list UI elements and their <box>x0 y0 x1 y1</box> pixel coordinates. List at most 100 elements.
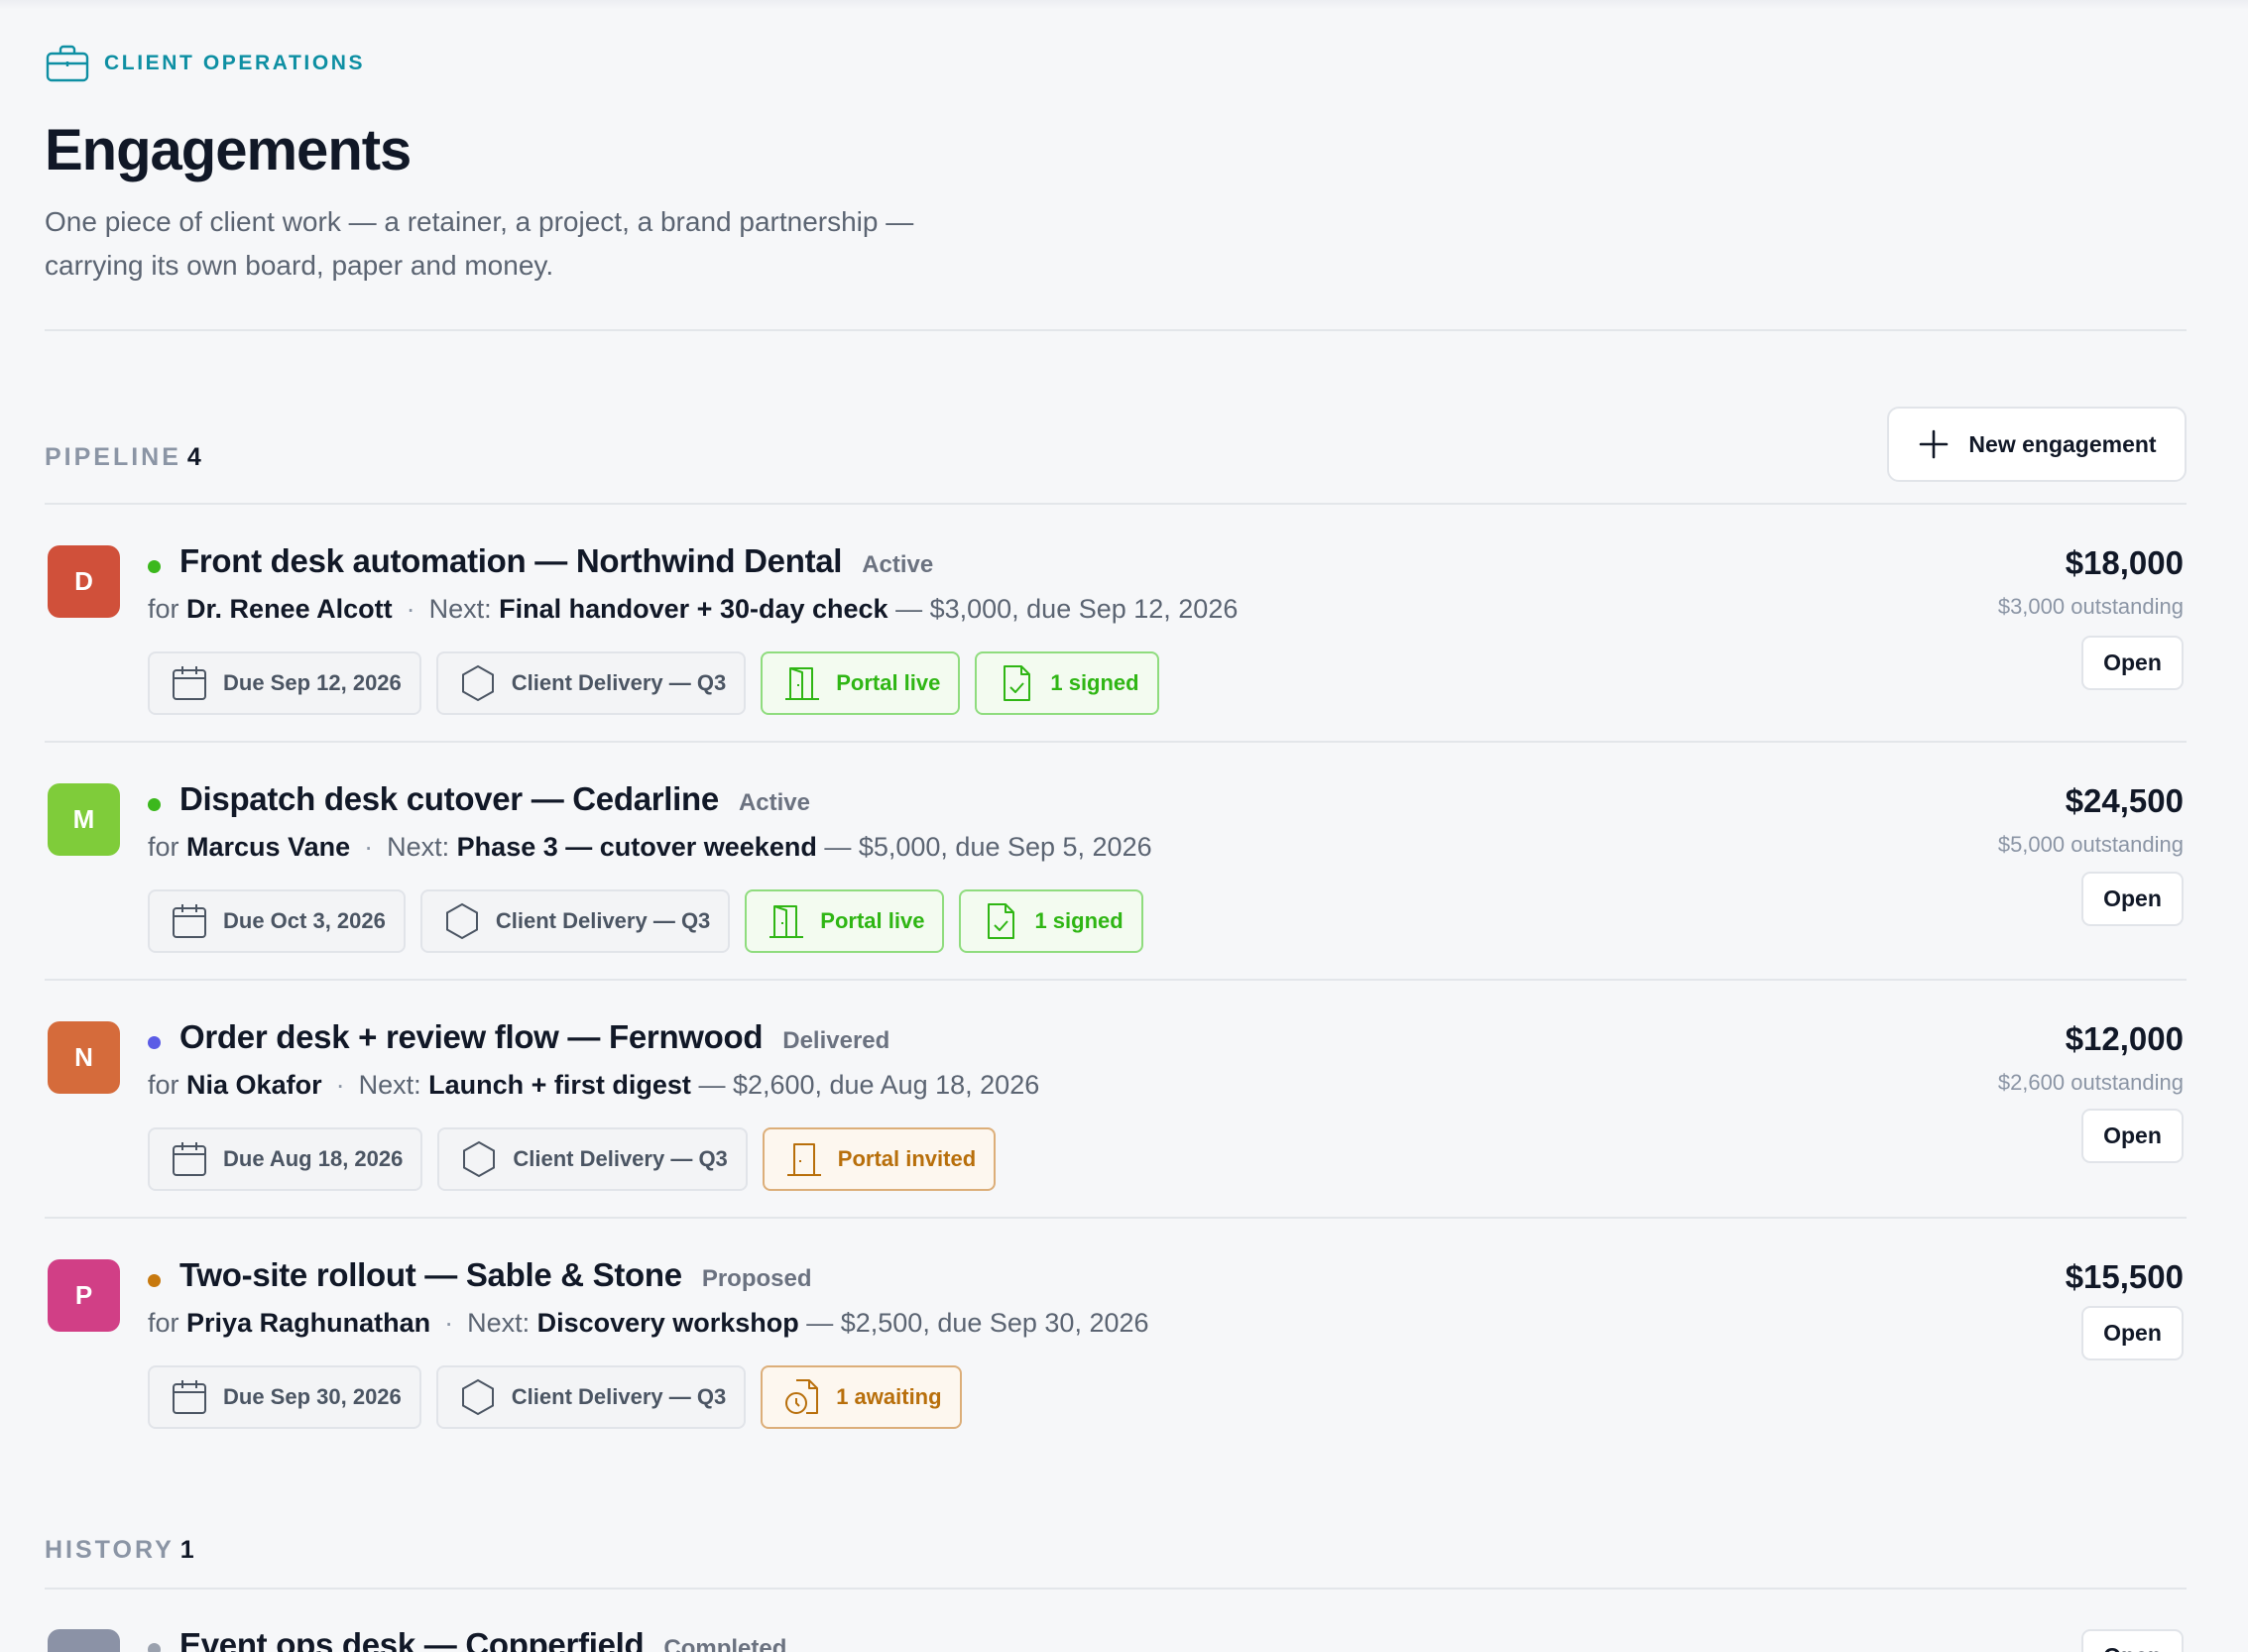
history-heading: HISTORY 1 <box>45 1536 194 1565</box>
pipeline-count: 4 <box>186 443 201 471</box>
history-title-line: Event ops desk — Copperfield Completed <box>179 1626 786 1652</box>
due-chip-label: Due Sep 30, 2026 <box>223 1384 402 1409</box>
status-dot <box>148 1643 161 1652</box>
project-chip-label: Client Delivery — Q3 <box>513 1146 728 1171</box>
project-chip[interactable]: Client Delivery — Q3 <box>437 1127 748 1191</box>
briefcase-icon <box>46 45 89 82</box>
due-chip-label: Due Oct 3, 2026 <box>223 908 386 933</box>
engagements-page: CLIENT OPERATIONS Engagements One piece … <box>0 0 2248 1652</box>
portal-chip[interactable]: Portal invited <box>762 1127 997 1191</box>
project-chip[interactable]: Client Delivery — Q3 <box>419 889 731 953</box>
project-chip-label: Client Delivery — Q3 <box>511 670 727 695</box>
next-label: Next: <box>428 594 492 624</box>
client-name: Marcus Vane <box>186 832 351 862</box>
open-button[interactable]: Open <box>2081 1109 2184 1163</box>
status-dot <box>148 560 161 573</box>
plus-icon <box>1920 429 1949 459</box>
history-title[interactable]: Event ops desk — Copperfield <box>179 1626 645 1652</box>
for-label: for <box>148 1070 179 1100</box>
document-chip[interactable]: 1 awaiting <box>761 1365 962 1429</box>
subtitle-line-1: One piece of client work — a retainer, a… <box>45 206 914 237</box>
chip-list: Due Sep 30, 2026 Client Delivery — Q3 1 … <box>148 1365 962 1429</box>
hexagon-icon <box>461 1378 494 1416</box>
due-chip-label: Due Sep 12, 2026 <box>223 670 402 695</box>
open-button[interactable]: Open <box>2081 1306 2184 1360</box>
new-engagement-button[interactable]: New engagement <box>1887 407 2187 482</box>
pipeline-label: PIPELINE <box>45 443 181 471</box>
engagement-row[interactable]: P Two-site rollout — Sable & Stone Propo… <box>45 1219 2187 1437</box>
engagement-meta: for Dr. Renee Alcott · Next: Final handove… <box>148 594 1238 625</box>
document-chip[interactable]: 1 signed <box>975 651 1159 715</box>
document-chip[interactable]: 1 signed <box>959 889 1143 953</box>
document-chip-label: 1 awaiting <box>836 1384 942 1409</box>
chip-list: Due Aug 18, 2026 Client Delivery — Q3 Po… <box>148 1127 997 1191</box>
due-chip: Due Sep 30, 2026 <box>148 1365 421 1429</box>
project-chip-label: Client Delivery — Q3 <box>495 908 711 933</box>
engagement-title-line: Dispatch desk cutover — Cedarline Active <box>179 780 810 818</box>
engagement-amount: $18,000 <box>2065 544 2184 581</box>
history-row[interactable]: Event ops desk — Copperfield Completed O… <box>45 1587 2187 1652</box>
outstanding-amount: $5,000 outstanding <box>1997 832 2184 857</box>
document-chip-label: 1 signed <box>1034 908 1124 933</box>
engagement-amount: $24,500 <box>2065 782 2184 819</box>
status-label: Active <box>738 789 810 816</box>
engagement-title[interactable]: Dispatch desk cutover — Cedarline <box>179 780 719 818</box>
meta-separator: · <box>335 1070 345 1100</box>
next-task: Phase 3 — cutover weekend <box>456 832 817 862</box>
hexagon-icon <box>461 664 494 702</box>
next-detail: — $3,000, due Sep 12, 2026 <box>895 594 1239 624</box>
due-chip-label: Due Aug 18, 2026 <box>223 1146 404 1171</box>
top-shadow <box>0 0 2248 10</box>
next-detail: — $2,600, due Aug 18, 2026 <box>698 1070 1040 1100</box>
door-closed-icon <box>786 1143 821 1176</box>
engagement-amount: $15,500 <box>2065 1258 2184 1295</box>
open-button[interactable]: Open <box>2081 636 2184 690</box>
avatar: N <box>48 1021 120 1094</box>
engagement-title-line: Order desk + review flow — Fernwood Deli… <box>179 1018 889 1056</box>
engagement-row[interactable]: D Front desk automation — Northwind Dent… <box>45 505 2187 743</box>
header-divider <box>45 329 2187 331</box>
portal-chip[interactable]: Portal live <box>745 889 945 953</box>
project-chip[interactable]: Client Delivery — Q3 <box>435 651 747 715</box>
next-task: Discovery workshop <box>536 1308 799 1338</box>
client-name: Nia Okafor <box>186 1070 322 1100</box>
status-dot <box>148 1036 161 1049</box>
next-task: Launch + first digest <box>428 1070 691 1100</box>
project-chip-label: Client Delivery — Q3 <box>511 1384 727 1409</box>
section-eyebrow: CLIENT OPERATIONS <box>45 44 365 83</box>
open-button[interactable]: Open <box>2081 872 2184 926</box>
avatar <box>48 1629 120 1652</box>
portal-chip-label: Portal live <box>820 908 925 933</box>
project-chip[interactable]: Client Delivery — Q3 <box>435 1365 747 1429</box>
engagement-meta: for Priya Raghunathan · Next: Discovery wo… <box>148 1308 1149 1339</box>
status-dot <box>148 1274 161 1287</box>
due-chip: Due Sep 12, 2026 <box>148 651 421 715</box>
portal-chip[interactable]: Portal live <box>761 651 961 715</box>
document-chip-label: 1 signed <box>1050 670 1139 695</box>
status-label: Active <box>862 551 934 578</box>
engagement-row[interactable]: N Order desk + review flow — Fernwood De… <box>45 981 2187 1219</box>
engagement-row[interactable]: M Dispatch desk cutover — Cedarline Acti… <box>45 743 2187 981</box>
next-label: Next: <box>387 832 450 862</box>
status-label: Proposed <box>701 1265 812 1292</box>
due-chip: Due Aug 18, 2026 <box>148 1127 423 1191</box>
avatar: M <box>48 783 120 856</box>
next-task: Final handover + 30-day check <box>499 594 888 624</box>
door-open-icon <box>769 905 804 938</box>
next-label: Next: <box>358 1070 421 1100</box>
calendar-icon <box>173 904 206 938</box>
meta-separator: · <box>364 832 374 862</box>
history-open-button[interactable]: Open <box>2081 1629 2184 1652</box>
portal-chip-label: Portal invited <box>837 1146 977 1171</box>
new-engagement-label: New engagement <box>1968 430 2157 457</box>
engagement-title[interactable]: Order desk + review flow — Fernwood <box>179 1018 764 1056</box>
engagement-title[interactable]: Two-site rollout — Sable & Stone <box>179 1256 682 1294</box>
page-subtitle: One piece of client work — a retainer, a… <box>45 200 1036 288</box>
history-count: 1 <box>179 1536 194 1564</box>
engagement-meta: for Nia Okafor · Next: Launch + first dige… <box>148 1070 1039 1101</box>
engagement-title[interactable]: Front desk automation — Northwind Dental <box>179 542 842 580</box>
for-label: for <box>148 594 179 624</box>
portal-chip-label: Portal live <box>836 670 941 695</box>
document-clock-icon <box>785 1379 819 1414</box>
engagement-title-line: Front desk automation — Northwind Dental… <box>179 542 933 580</box>
